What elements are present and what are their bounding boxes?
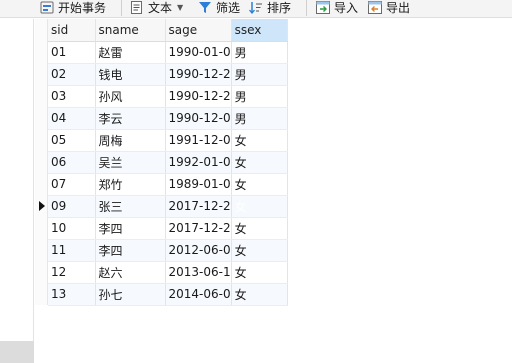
cell-sage[interactable]: 2017-12-2 [165,217,232,240]
cell-sname[interactable]: 孙七 [95,283,166,306]
filter-icon [198,1,212,14]
cell-sid[interactable]: 06 [48,151,96,174]
table-row[interactable]: 11 李四 2012-06-0 女 [48,239,288,262]
cell-sage[interactable]: 1991-12-0 [165,129,232,152]
cell-sage[interactable]: 1992-01-0 [165,151,232,174]
cell-sid[interactable]: 01 [48,41,96,64]
text-icon [130,0,144,14]
cell-ssex[interactable]: 男 [231,41,288,64]
cell-sid[interactable]: 07 [48,173,96,196]
import-icon [316,0,330,14]
cell-ssex[interactable]: 女 [231,217,288,240]
sort-button[interactable]: 排序 [249,0,291,17]
export-button[interactable]: 导出 [368,0,410,17]
table-row[interactable]: 05 周梅 1991-12-0 女 [48,129,288,152]
table-row[interactable]: 01 赵雷 1990-01-0 男 [48,41,288,64]
cell-sname[interactable]: 赵雷 [95,41,166,64]
cell-sid[interactable]: 05 [48,129,96,152]
table-row[interactable]: 09 张三 2017-12-2 女 [48,195,288,218]
export-icon [368,0,382,14]
cell-ssex[interactable]: 男 [231,107,288,130]
cell-sname[interactable]: 郑竹 [95,173,166,196]
sort-icon [249,1,263,14]
toolbar-divider [306,0,307,16]
begin-transaction-label: 开始事务 [58,0,107,15]
cell-ssex[interactable]: 女 [231,239,288,262]
row-selector-column [35,19,48,305]
cell-ssex[interactable]: 男 [231,63,288,86]
table-row[interactable]: 12 赵六 2013-06-1 女 [48,261,288,284]
cell-sid[interactable]: 13 [48,283,96,306]
cell-sid[interactable]: 03 [48,85,96,108]
cell-sname[interactable]: 李四 [95,239,166,262]
cell-sid[interactable]: 04 [48,107,96,130]
grid-toolbar: 开始事务 文本 ▼ 筛选 排序 导入 导出 [0,0,512,18]
cell-sname[interactable]: 吴兰 [95,151,166,174]
cell-sname[interactable]: 钱电 [95,63,166,86]
cell-sage[interactable]: 1990-12-2 [165,85,232,108]
chevron-down-icon: ▼ [177,2,184,12]
header-row: sid sname sage ssex [48,19,288,42]
cell-sname[interactable]: 赵六 [95,261,166,284]
cell-sage[interactable]: 1989-01-0 [165,173,232,196]
import-button[interactable]: 导入 [316,0,358,17]
cell-sname[interactable]: 周梅 [95,129,166,152]
cell-sname[interactable]: 李云 [95,107,166,130]
cell-sid[interactable]: 12 [48,261,96,284]
cell-ssex[interactable]: 女 [231,261,288,284]
cell-ssex[interactable]: 女 [231,151,288,174]
filter-button[interactable]: 筛选 [198,0,240,17]
cell-sname[interactable]: 张三 [95,195,166,218]
table-row[interactable]: 06 吴兰 1992-01-0 女 [48,151,288,174]
table-row[interactable]: 13 孙七 2014-06-0 女 [48,283,288,306]
cell-ssex[interactable]: 女 [231,283,288,306]
column-header-ssex[interactable]: ssex [231,19,288,42]
cell-sid[interactable]: 09 [48,195,96,218]
table-row[interactable]: 04 李云 1990-12-0 男 [48,107,288,130]
table-row[interactable]: 07 郑竹 1989-01-0 女 [48,173,288,196]
left-pane-scroll-strip[interactable] [0,341,34,363]
import-label: 导入 [334,0,359,15]
cell-sage[interactable]: 1990-12-0 [165,107,232,130]
cell-sage[interactable]: 2013-06-1 [165,261,232,284]
cell-ssex[interactable]: 女 [231,195,288,218]
table-row[interactable]: 03 孙风 1990-12-2 男 [48,85,288,108]
toolbar-divider [121,0,122,16]
cell-sname[interactable]: 孙风 [95,85,166,108]
current-row-marker-icon [39,201,45,211]
text-label: 文本 [148,0,173,15]
export-label: 导出 [386,0,411,15]
cell-sage[interactable]: 2014-06-0 [165,283,232,306]
cell-sname[interactable]: 李四 [95,217,166,240]
cell-ssex[interactable]: 女 [231,173,288,196]
cell-sage[interactable]: 1990-01-0 [165,41,232,64]
cell-sage[interactable]: 2012-06-0 [165,239,232,262]
cell-sage[interactable]: 1990-12-2 [165,63,232,86]
column-header-sage[interactable]: sage [165,19,232,42]
cell-sage[interactable]: 2017-12-2 [165,195,232,218]
column-header-sname[interactable]: sname [95,19,166,42]
transaction-icon [40,1,54,14]
text-button[interactable]: 文本 ▼ [130,0,183,17]
cell-ssex[interactable]: 男 [231,85,288,108]
data-grid: sid sname sage ssex 01 赵雷 1990-01-0 男 02 钱电 19… [48,19,288,306]
table-row[interactable]: 10 李四 2017-12-2 女 [48,217,288,240]
table-row[interactable]: 02 钱电 1990-12-2 男 [48,63,288,86]
cell-sid[interactable]: 11 [48,239,96,262]
left-pane [0,19,34,363]
filter-label: 筛选 [216,0,241,15]
cell-sid[interactable]: 02 [48,63,96,86]
cell-sid[interactable]: 10 [48,217,96,240]
sort-label: 排序 [267,0,292,15]
begin-transaction-button[interactable]: 开始事务 [40,0,106,17]
cell-ssex[interactable]: 女 [231,129,288,152]
column-header-sid[interactable]: sid [48,19,96,42]
